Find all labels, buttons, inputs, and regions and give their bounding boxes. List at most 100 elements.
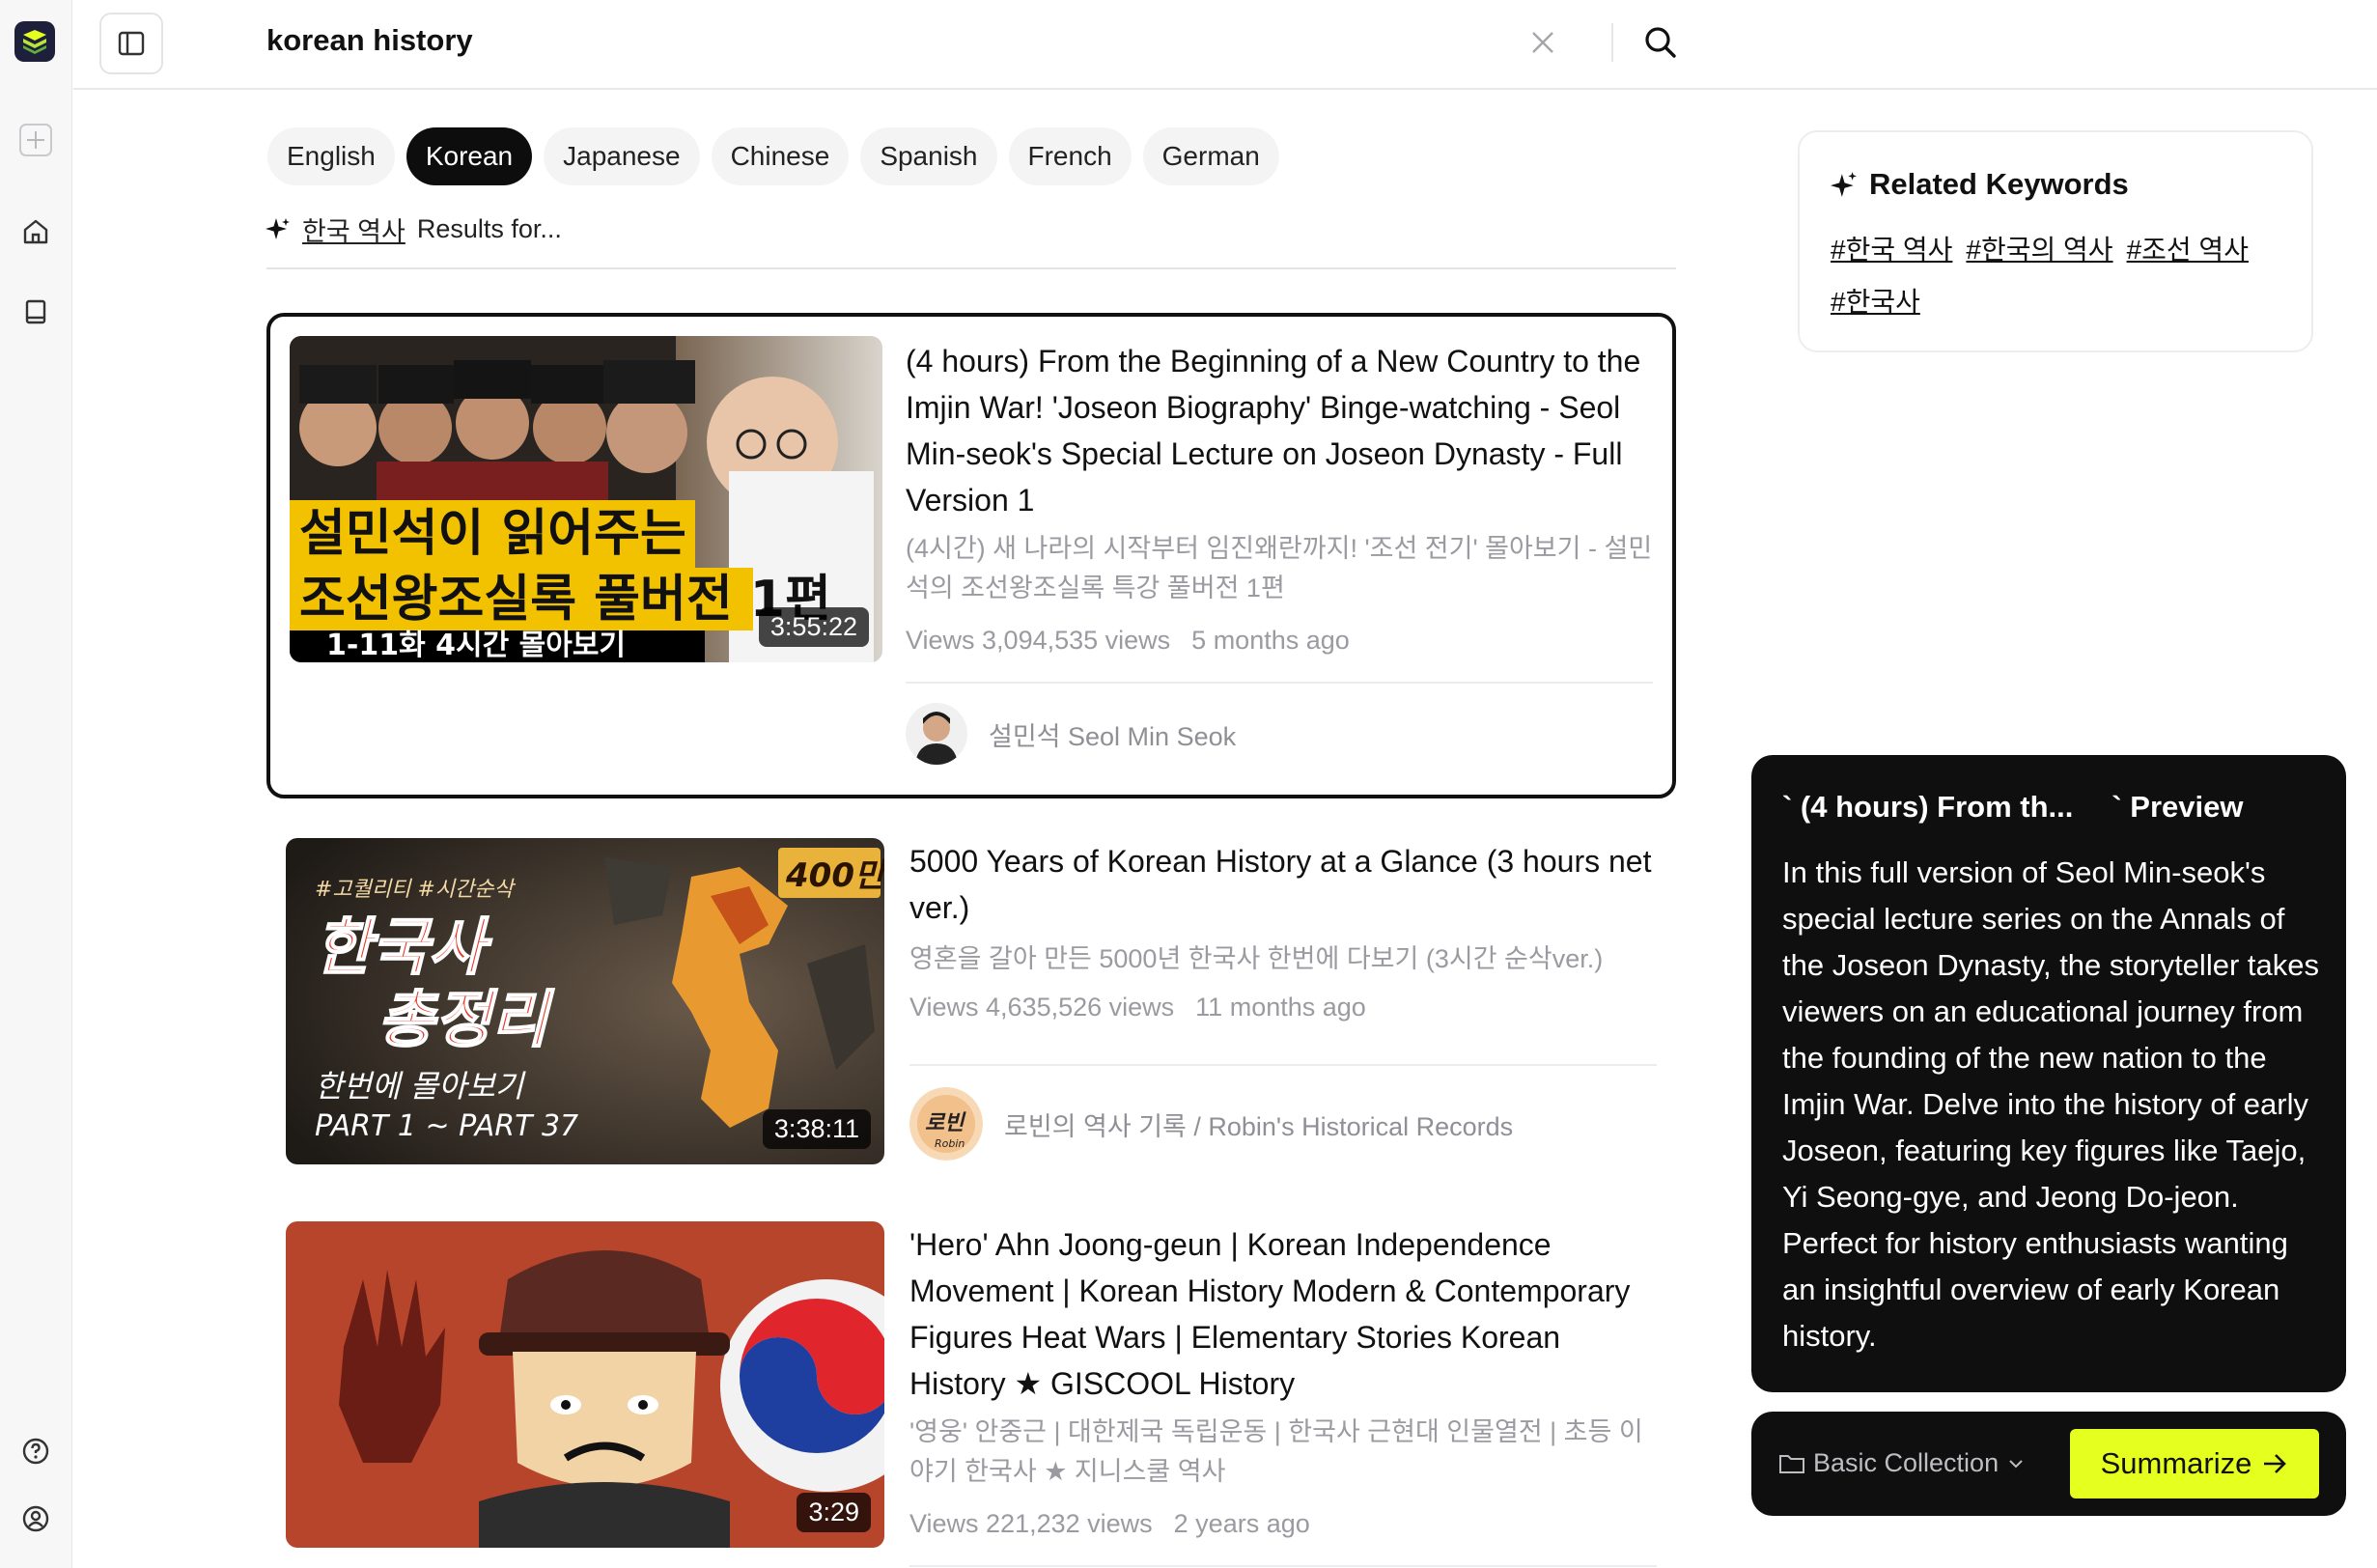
video-thumbnail[interactable]: 400만 #고퀄리티 #시간순삭 한국사 총정리 한번에 몰아보기 PART 1… (286, 838, 884, 1164)
results-for: 한국 역사 Results for... (266, 210, 562, 248)
arrow-right-icon (2264, 1454, 2287, 1473)
summarize-button[interactable]: Summarize (2070, 1429, 2319, 1498)
keyword-tag[interactable]: #한국 역사 (1831, 229, 1952, 267)
thumbnail-text-line3: 한번에 몰아보기 (315, 1068, 526, 1105)
book-icon (25, 299, 46, 324)
video-title[interactable]: 5000 Years of Korean History at a Glance… (909, 838, 1663, 931)
video-duration: 3:38:11 (762, 1109, 871, 1149)
language-tabs: English Korean Japanese Chinese Spanish … (267, 127, 1279, 185)
thumbnail-text-line4: PART 1 ~ PART 37 (315, 1109, 578, 1143)
thumbnail-image (286, 1221, 884, 1548)
toggle-sidebar-button[interactable] (99, 13, 163, 74)
sparkle-icon (1831, 172, 1857, 197)
channel-name: 로빈의 역사 기록 / Robin's Historical Records (1004, 1111, 1514, 1141)
plus-icon (19, 124, 52, 156)
library-button[interactable] (15, 292, 56, 332)
video-meta: Views 3,094,535 views 5 months ago (906, 626, 1350, 656)
video-card[interactable]: 설민석이 읽어주는 조선왕조실록 풀버전 1편 1-11화 4시간 몰아보기 3… (266, 313, 1676, 798)
thumbnail-badge: 400만 (785, 856, 884, 895)
question-icon (22, 1438, 49, 1465)
preview-header: ` (4 hours) From th... ` Preview (1782, 790, 2244, 825)
preview-video-title: ` (4 hours) From th... (1782, 790, 2074, 824)
tab-japanese[interactable]: Japanese (544, 127, 700, 185)
avatar-subtext: Robin (935, 1137, 965, 1150)
divider (266, 267, 1676, 269)
divider (909, 1064, 1657, 1066)
tab-chinese[interactable]: Chinese (711, 127, 850, 185)
video-views: Views 221,232 views (909, 1509, 1153, 1538)
divider (1611, 23, 1613, 62)
results-for-label: Results for... (416, 214, 562, 243)
thumbnail-tags: #고퀄리티 #시간순삭 (315, 878, 517, 902)
video-meta: Views 221,232 views 2 years ago (909, 1509, 1310, 1539)
new-item-button[interactable] (15, 120, 56, 160)
video-thumbnail[interactable]: 3:29 (286, 1221, 884, 1548)
help-button[interactable] (15, 1431, 56, 1471)
channel-link[interactable]: 설민석 Seol Min Seok (906, 703, 1236, 765)
avatar-text: 로빈 (925, 1111, 966, 1135)
video-duration: 3:29 (797, 1493, 871, 1532)
video-views: Views 4,635,526 views (909, 993, 1175, 1022)
keyword-tag[interactable]: #한국의 역사 (1966, 229, 2112, 267)
clear-search-button[interactable] (1522, 21, 1564, 64)
video-age: 11 months ago (1195, 993, 1366, 1022)
tab-spanish[interactable]: Spanish (860, 127, 997, 185)
thumbnail-text-line1: 한국사 (315, 912, 492, 984)
keyword-tag[interactable]: #조선 역사 (2127, 229, 2249, 267)
collection-label: Basic Collection (1813, 1448, 1999, 1477)
divider (906, 682, 1653, 684)
video-card[interactable]: 3:29 'Hero' Ahn Joong-geun | Korean Inde… (266, 1221, 1676, 1568)
related-keywords-title: Related Keywords (1831, 167, 2129, 202)
sidebar-toggle-icon (118, 31, 145, 56)
results-keyword-link[interactable]: 한국 역사 (302, 210, 405, 248)
thumbnail-text-line1: 설민석이 읽어주는 (299, 505, 686, 563)
thumbnail-text-line2: 총정리 (378, 985, 555, 1056)
search-icon (1645, 27, 1676, 58)
video-original-title: (4시간) 새 나라의 시작부터 임진왜란까지! '조선 전기' 몰아보기 - … (906, 534, 1653, 602)
home-icon (23, 219, 48, 244)
search-bar: korean history (73, 0, 2377, 90)
keyword-tag[interactable]: #한국사 (1831, 281, 1920, 320)
tab-english[interactable]: English (267, 127, 395, 185)
video-original-title: '영웅' 안중근 | 대한제국 독립운동 | 한국사 근현대 인물열전 | 초등… (909, 1417, 1643, 1486)
related-keywords-label: Related Keywords (1869, 167, 2129, 201)
folder-icon (1779, 1454, 1804, 1473)
video-meta: Views 4,635,526 views 11 months ago (909, 993, 1366, 1022)
search-button[interactable] (1637, 19, 1684, 66)
tab-korean[interactable]: Korean (405, 127, 533, 185)
keyword-tags: #한국 역사 #한국의 역사 #조선 역사 #한국사 (1831, 229, 2294, 320)
channel-avatar (906, 703, 967, 765)
search-input[interactable]: korean history (266, 23, 473, 58)
video-card[interactable]: 400만 #고퀄리티 #시간순삭 한국사 총정리 한번에 몰아보기 PART 1… (266, 838, 1676, 1166)
video-views: Views 3,094,535 views (906, 626, 1171, 655)
collection-dropdown[interactable]: Basic Collection (1778, 1448, 2026, 1478)
divider (909, 1565, 1657, 1567)
tab-french[interactable]: French (1008, 127, 1132, 185)
thumbnail-text-line3: 1-11화 4시간 몰아보기 (326, 629, 626, 662)
video-duration: 3:55:22 (758, 607, 869, 647)
video-thumbnail[interactable]: 설민석이 읽어주는 조선왕조실록 풀버전 1편 1-11화 4시간 몰아보기 3… (290, 336, 882, 662)
channel-link[interactable]: 로빈 Robin 로빈의 역사 기록 / Robin's Historical … (909, 1087, 1513, 1161)
action-bar: Basic Collection Summarize (1751, 1412, 2346, 1516)
user-icon (22, 1505, 49, 1532)
channel-name: 설민석 Seol Min Seok (989, 721, 1237, 751)
close-icon (1532, 32, 1553, 53)
related-keywords-panel: Related Keywords #한국 역사 #한국의 역사 #조선 역사 #… (1798, 130, 2313, 352)
chevron-down-icon (2009, 1459, 2023, 1468)
video-title[interactable]: (4 hours) From the Beginning of a New Co… (906, 338, 1659, 523)
channel-avatar: 로빈 Robin (909, 1087, 983, 1161)
home-button[interactable] (15, 211, 56, 252)
preview-summary: In this full version of Seol Min-seok's … (1782, 855, 2319, 1353)
left-sidebar (0, 0, 72, 1568)
preview-label: ` Preview (2111, 790, 2244, 824)
app-logo-icon[interactable] (14, 21, 55, 62)
video-age: 2 years ago (1173, 1509, 1310, 1538)
tab-german[interactable]: German (1142, 127, 1279, 185)
thumbnail-text-line2: 조선왕조실록 풀버전 1편 (299, 571, 831, 629)
profile-button[interactable] (15, 1498, 56, 1539)
video-age: 5 months ago (1191, 626, 1350, 655)
preview-panel: ` (4 hours) From th... ` Preview In this… (1751, 755, 2346, 1392)
video-title[interactable]: 'Hero' Ahn Joong-geun | Korean Independe… (909, 1221, 1663, 1407)
video-original-title: 영혼을 갈아 만든 5000년 한국사 한번에 다보기 (3시간 순삭ver.) (909, 944, 1604, 973)
summarize-label: Summarize (2100, 1446, 2252, 1480)
